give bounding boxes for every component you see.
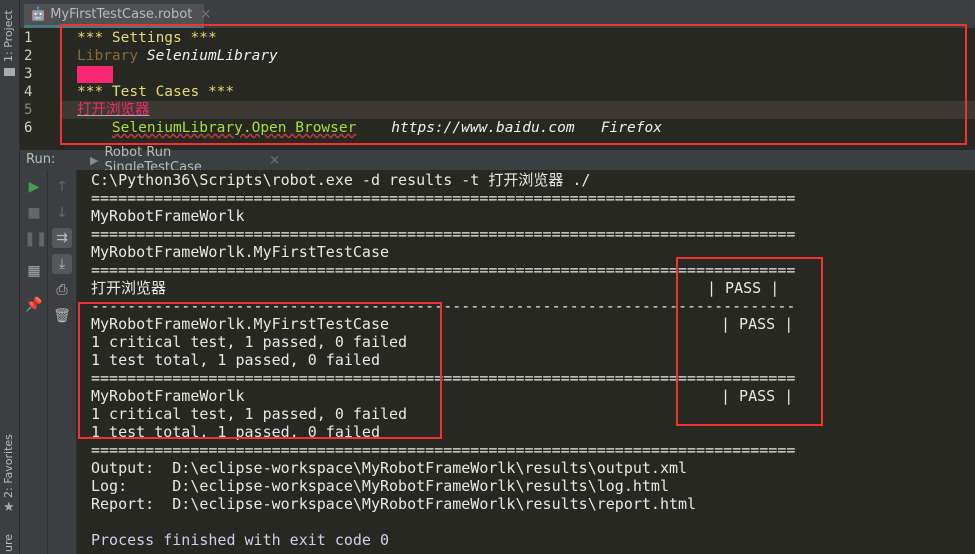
print-icon[interactable]: ⎙ bbox=[52, 280, 72, 300]
separator-line: ========================================… bbox=[91, 441, 796, 459]
close-run-tab-icon[interactable]: × bbox=[269, 153, 280, 168]
console-line: Report: D:\eclipse-workspace\MyRobotFram… bbox=[91, 495, 697, 513]
line-number: 4 bbox=[24, 84, 33, 100]
line-number: 5 bbox=[24, 102, 33, 118]
console-line: MyRobotFrameWorlk.MyFirstTestCase bbox=[91, 243, 390, 261]
annotation-box-editor bbox=[60, 24, 967, 145]
run-toolbar: ▶ ■ ❚❚ ▦ 📌 bbox=[20, 170, 48, 554]
up-arrow-icon[interactable]: ↑ bbox=[52, 177, 72, 197]
run-config-icon: ▶ bbox=[90, 153, 99, 167]
line-number: 1 bbox=[24, 30, 33, 46]
line-number: 2 bbox=[24, 48, 33, 64]
layout-icon[interactable]: ▦ bbox=[24, 261, 44, 281]
trash-icon[interactable]: 🗑 bbox=[52, 306, 72, 326]
structure-tool-tab[interactable]: ure bbox=[2, 534, 15, 552]
run-config-tab[interactable]: ▶ Robot Run SingleTestCase × bbox=[60, 145, 280, 175]
favorites-tool-tab[interactable]: 2: Favorites bbox=[2, 434, 15, 498]
console-toolbar: ↑ ↓ ⇉ ⤓ ⎙ 🗑 bbox=[48, 170, 76, 554]
editor-tab-label: MyFirstTestCase.robot bbox=[50, 7, 193, 22]
folder-icon bbox=[4, 68, 15, 76]
console-line: 打开浏览器 bbox=[91, 279, 167, 297]
scroll-to-end-icon[interactable]: ⤓ bbox=[52, 254, 72, 274]
console-line: Log: D:\eclipse-workspace\MyRobotFrameWo… bbox=[91, 477, 669, 495]
close-tab-icon[interactable]: × bbox=[200, 7, 211, 22]
console-line: Process finished with exit code 0 bbox=[91, 531, 390, 549]
soft-wrap-icon[interactable]: ⇉ bbox=[52, 228, 72, 248]
separator-line: ========================================… bbox=[91, 225, 796, 243]
pause-icon[interactable]: ❚❚ bbox=[24, 229, 47, 249]
annotation-box-status bbox=[676, 257, 823, 426]
console-line: MyRobotFrameWorlk bbox=[91, 207, 245, 225]
left-tool-strip: 1: Project 2: Favorites ★ ure bbox=[0, 0, 20, 554]
line-number: 6 bbox=[24, 120, 33, 136]
line-number: 3 bbox=[24, 66, 33, 82]
annotation-box-summary bbox=[78, 302, 442, 439]
separator-line: ========================================… bbox=[91, 189, 796, 207]
run-label: Run: bbox=[26, 152, 56, 167]
console-line: C:\Python36\Scripts\robot.exe -d results… bbox=[91, 171, 591, 189]
run-tool-header: Run: ▶ Robot Run SingleTestCase × bbox=[20, 145, 975, 175]
rerun-icon[interactable]: ▶ bbox=[24, 177, 44, 197]
project-tool-tab[interactable]: 1: Project bbox=[2, 10, 15, 62]
down-arrow-icon[interactable]: ↓ bbox=[52, 203, 72, 223]
star-icon: ★ bbox=[3, 500, 15, 515]
pin-icon[interactable]: 📌 bbox=[24, 295, 44, 315]
stop-icon[interactable]: ■ bbox=[24, 203, 44, 223]
console-line: Output: D:\eclipse-workspace\MyRobotFram… bbox=[91, 459, 688, 477]
robot-file-icon: 🤖 bbox=[30, 7, 47, 22]
